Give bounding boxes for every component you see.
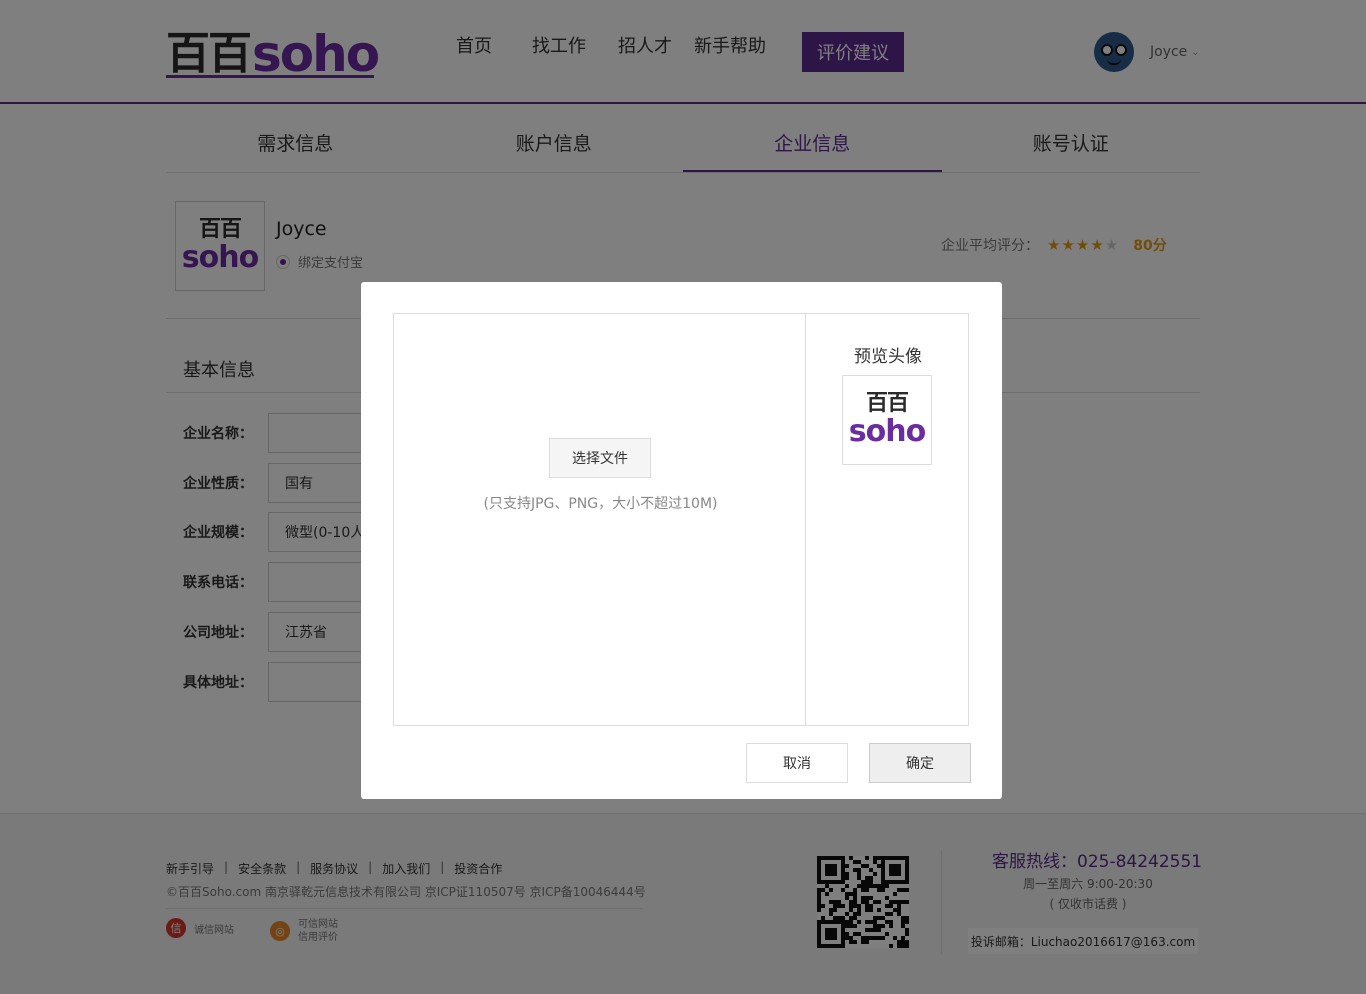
upload-hint: (只支持JPG、PNG，大小不超过10M): [483, 496, 718, 512]
choose-file-button[interactable]: 选择文件: [549, 438, 651, 478]
upload-area: 选择文件 (只支持JPG、PNG，大小不超过10M): [393, 313, 806, 726]
cancel-button[interactable]: 取消: [746, 743, 848, 783]
avatar-upload-modal: 选择文件 (只支持JPG、PNG，大小不超过10M) 预览头像 百百 soho …: [361, 282, 1002, 799]
preview-logo-text-cn: 百百: [865, 391, 909, 416]
preview-logo-text-en: soho: [848, 414, 926, 449]
preview-avatar: 百百 soho: [842, 375, 932, 465]
confirm-button[interactable]: 确定: [869, 743, 971, 783]
preview-area: 预览头像 百百 soho: [805, 313, 969, 726]
preview-title: 预览头像: [854, 347, 922, 367]
